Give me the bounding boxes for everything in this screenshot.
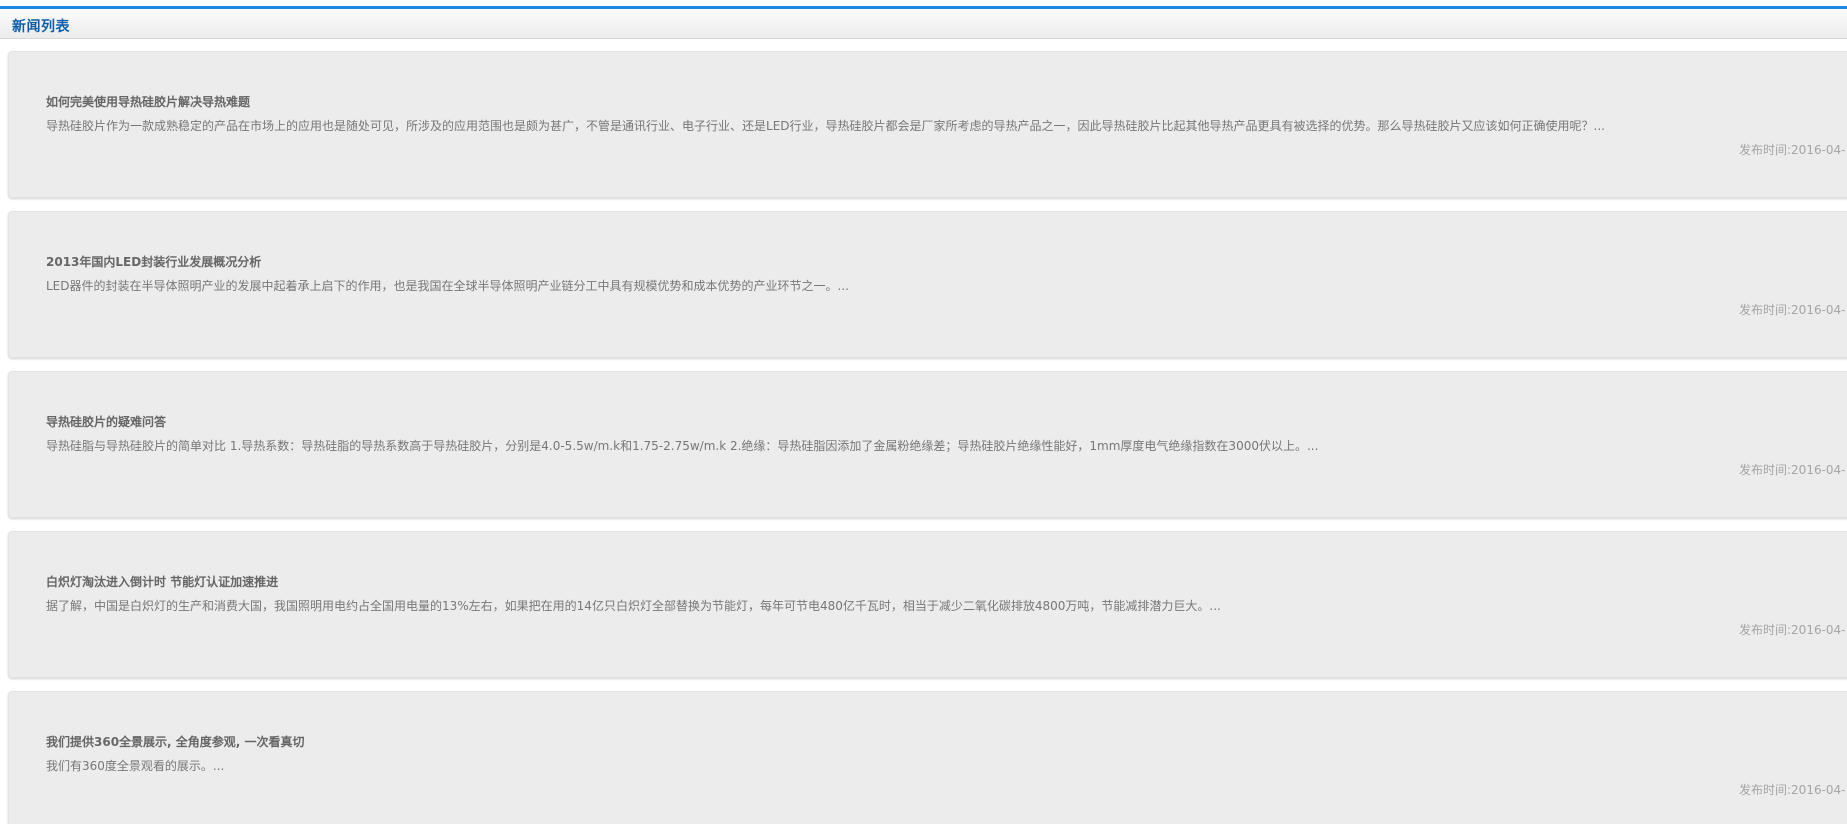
news-summary: 我们有360度全景观看的展示。... [46,759,225,773]
news-summary: 导热硅脂与导热硅胶片的简单对比 1.导热系数：导热硅脂的导热系数高于导热硅胶片，… [46,439,1319,453]
news-title[interactable]: 白炽灯淘汰进入倒计时 节能灯认证加速推进 [46,573,278,590]
news-item[interactable]: 如何完美使用导热硅胶片解决导热难题 导热硅胶片作为一款成熟稳定的产品在市场上的应… [8,51,1847,198]
news-title[interactable]: 如何完美使用导热硅胶片解决导热难题 [46,93,250,110]
news-page: 新闻列表 如何完美使用导热硅胶片解决导热难题 导热硅胶片作为一款成熟稳定的产品在… [0,0,1847,824]
news-summary: 导热硅胶片作为一款成熟稳定的产品在市场上的应用也是随处可见，所涉及的应用范围也是… [46,119,1605,133]
news-item[interactable]: 导热硅胶片的疑难问答 导热硅脂与导热硅胶片的简单对比 1.导热系数：导热硅脂的导… [8,371,1847,518]
news-title[interactable]: 导热硅胶片的疑难问答 [46,413,166,430]
news-item[interactable]: 我们提供360全景展示, 全角度参观, 一次看真切 我们有360度全景观看的展示… [8,691,1847,824]
news-list: 如何完美使用导热硅胶片解决导热难题 导热硅胶片作为一款成熟稳定的产品在市场上的应… [8,51,1847,824]
news-date: 发布时间:2016-04-1 [1739,783,1847,797]
page-title: 新闻列表 [12,19,70,35]
news-summary: LED器件的封装在半导体照明产业的发展中起着承上启下的作用，也是我国在全球半导体… [46,279,849,293]
news-item[interactable]: 2013年国内LED封装行业发展概况分析 LED器件的封装在半导体照明产业的发展… [8,211,1847,358]
news-title[interactable]: 我们提供360全景展示, 全角度参观, 一次看真切 [46,733,305,750]
news-date: 发布时间:2016-04-1 [1739,303,1847,317]
news-date: 发布时间:2016-04-1 [1739,623,1847,637]
news-list-header: 新闻列表 [0,6,1847,39]
news-date: 发布时间:2016-04-1 [1739,463,1847,477]
news-date: 发布时间:2016-04-1 [1739,143,1847,157]
news-item[interactable]: 白炽灯淘汰进入倒计时 节能灯认证加速推进 据了解，中国是白炽灯的生产和消费大国，… [8,531,1847,678]
news-title[interactable]: 2013年国内LED封装行业发展概况分析 [46,253,261,270]
news-summary: 据了解，中国是白炽灯的生产和消费大国，我国照明用电约占全国用电量的13%左右，如… [46,599,1221,613]
